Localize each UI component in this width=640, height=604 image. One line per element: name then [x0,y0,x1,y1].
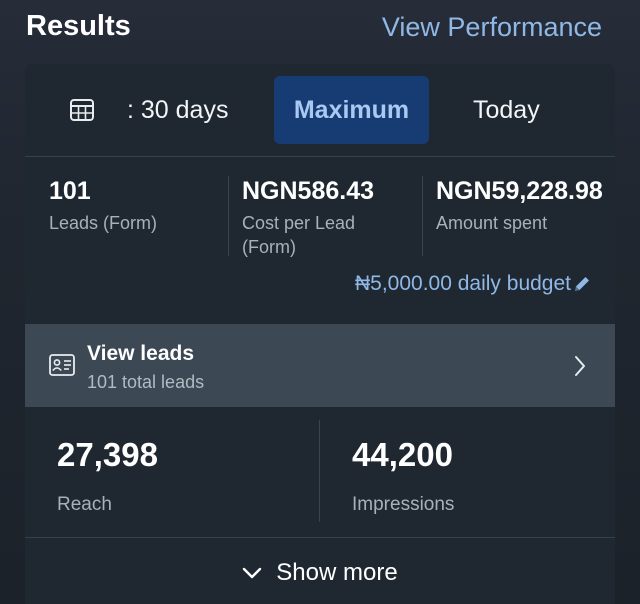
show-more-label: Show more [276,559,398,586]
lead-card-icon [49,354,75,376]
view-leads-subtitle: 101 total leads [87,372,205,392]
tab-maximum[interactable]: Maximum [274,76,429,144]
tab-30-days[interactable]: : 30 days [69,86,228,134]
tab-today-label: Today [473,95,540,124]
metric-leads-value: 101 [49,177,91,205]
metric-amount-spent: NGN59,228.98 Amount spent [436,177,615,235]
chevron-right-icon [575,356,585,376]
metric-cost-per-lead: NGN586.43 Cost per Lead (Form) [242,177,412,259]
pencil-icon [575,277,589,291]
metric-leads: 101 Leads (Form) [49,177,229,235]
stat-reach: 27,398 Reach [57,436,158,516]
stat-divider [319,420,320,522]
results-header: Results View Performance [0,0,640,56]
date-range-tabs: : 30 days Maximum Today [25,64,615,156]
view-leads-row[interactable]: View leads 101 total leads [25,324,615,407]
stat-reach-value: 27,398 [57,436,158,473]
view-performance-link[interactable]: View Performance [382,12,602,43]
page-title: Results [26,10,131,42]
metric-cost-per-lead-label: Cost per Lead (Form) [242,213,356,257]
stat-impressions-value: 44,200 [352,436,453,473]
metric-divider [422,176,423,256]
tab-30-days-label: : 30 days [127,95,229,124]
metric-cost-per-lead-value: NGN586.43 [242,177,375,205]
stat-impressions: 44,200 Impressions [352,436,454,516]
metric-leads-label: Leads (Form) [49,213,158,233]
divider [25,156,615,157]
tab-maximum-label: Maximum [293,95,410,124]
results-card: : 30 days Maximum Today 101 Leads (Form)… [25,64,615,604]
calendar-icon [70,99,94,121]
metric-amount-spent-label: Amount spent [436,213,548,233]
daily-budget-link[interactable]: ₦5,000.00 daily budget [355,272,591,296]
metric-amount-spent-value: NGN59,228.98 [436,177,603,205]
chevron-down-icon [243,567,262,579]
stat-reach-label: Reach [57,494,112,515]
stat-impressions-label: Impressions [352,494,455,515]
metric-divider [228,176,229,256]
view-leads-title: View leads [87,342,195,365]
daily-budget-label: ₦5,000.00 daily budget [355,272,571,295]
show-more-button[interactable]: Show more [25,538,615,604]
tab-today[interactable]: Today [473,86,540,134]
